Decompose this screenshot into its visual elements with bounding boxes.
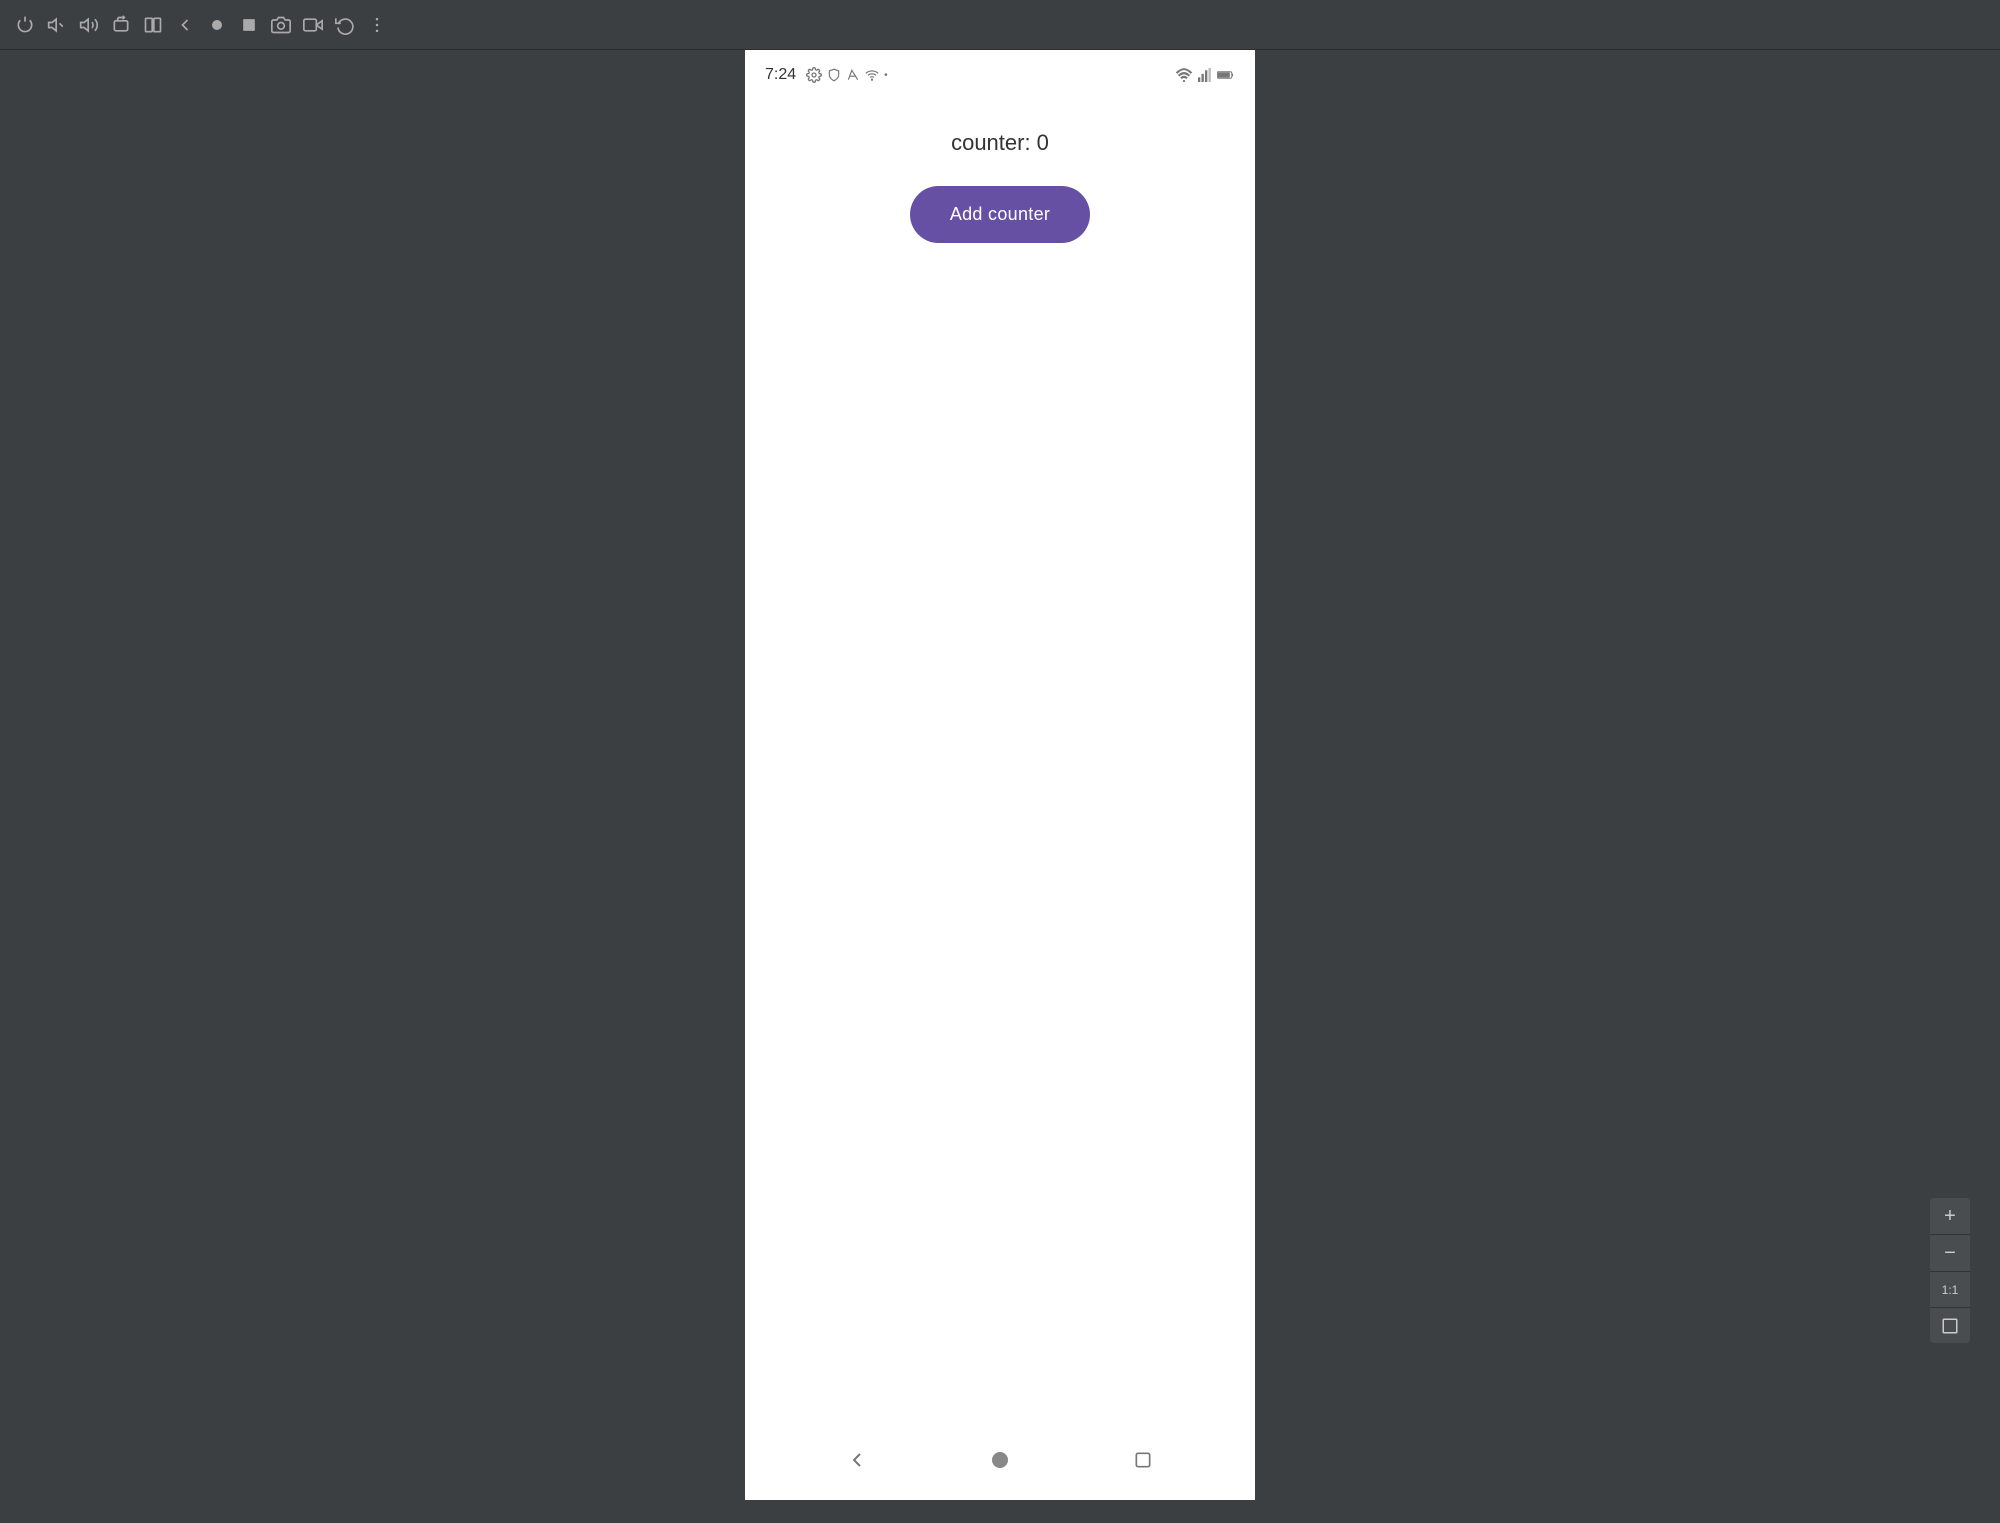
camera-icon[interactable] — [268, 12, 294, 38]
toolbar — [0, 0, 2000, 50]
settings-status-icon — [806, 67, 822, 83]
add-counter-button[interactable]: Add counter — [910, 186, 1090, 243]
nav-back-button[interactable] — [837, 1440, 877, 1480]
signal-wifi-icon — [1175, 68, 1193, 82]
zoom-ratio-label[interactable]: 1:1 — [1930, 1271, 1970, 1307]
font-status-icon — [846, 68, 860, 82]
screen-fold-icon[interactable] — [140, 12, 166, 38]
status-system-icons: • — [806, 67, 888, 83]
wifi-status-icon — [865, 68, 879, 82]
record-dot-icon[interactable] — [204, 12, 230, 38]
nav-bar — [745, 1420, 1255, 1500]
nav-home-button[interactable] — [980, 1440, 1020, 1480]
status-bar: 7:24 — [745, 50, 1255, 100]
replay-icon[interactable] — [332, 12, 358, 38]
battery-icon — [1217, 69, 1235, 81]
status-time: 7:24 — [765, 66, 796, 84]
video-icon[interactable] — [300, 12, 326, 38]
nav-recents-button[interactable] — [1123, 1440, 1163, 1480]
app-content: counter: 0 Add counter — [745, 100, 1255, 1420]
stop-square-icon[interactable] — [236, 12, 262, 38]
more-options-icon[interactable] — [364, 12, 390, 38]
status-dot: • — [884, 70, 888, 81]
status-left: 7:24 — [765, 66, 888, 84]
status-right-icons — [1175, 68, 1235, 82]
zoom-controls: + − 1:1 — [1930, 1198, 1970, 1343]
shield-status-icon — [827, 68, 841, 82]
volume-down-icon[interactable] — [44, 12, 70, 38]
volume-up-icon[interactable] — [76, 12, 102, 38]
zoom-square-icon[interactable] — [1930, 1307, 1970, 1343]
phone-emulator: 7:24 — [745, 50, 1255, 1500]
zoom-in-button[interactable]: + — [1930, 1198, 1970, 1234]
counter-display: counter: 0 — [951, 130, 1049, 156]
back-nav-icon[interactable] — [172, 12, 198, 38]
power-icon[interactable] — [12, 12, 38, 38]
zoom-out-button[interactable]: − — [1930, 1235, 1970, 1271]
rotate-landscape-icon[interactable] — [108, 12, 134, 38]
signal-bars-icon — [1198, 68, 1212, 82]
